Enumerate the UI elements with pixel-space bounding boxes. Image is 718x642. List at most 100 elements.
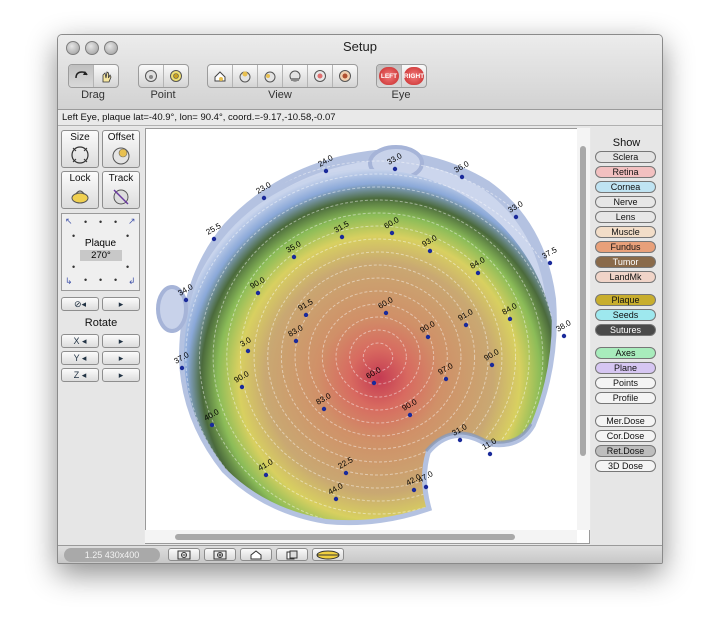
dose-point-marker[interactable] — [323, 168, 329, 174]
rotate-x-minus-button[interactable]: X ◂ — [61, 334, 99, 348]
show-toggle-plaque[interactable]: Plaque — [595, 294, 656, 306]
show-toggle-axes[interactable]: Axes — [595, 347, 656, 359]
dose-point-marker[interactable] — [561, 333, 567, 339]
view-posterior-button[interactable] — [333, 65, 357, 87]
plaque-rotation-dial[interactable]: ↖ ↗ ↳ ↲ • • • • • • • • • • Plaque 270° — [61, 213, 140, 291]
dose-point-marker[interactable] — [507, 316, 513, 322]
plaque-rotate-left-button[interactable]: ⊘◂ — [61, 297, 99, 311]
dose-point-marker[interactable] — [179, 365, 185, 371]
plaque-rotate-right-button[interactable]: ▸ — [102, 297, 140, 311]
show-toggle-ret-dose[interactable]: Ret.Dose — [595, 445, 656, 457]
dose-point-marker[interactable] — [489, 362, 495, 368]
show-toggle-landmk[interactable]: LandMk — [595, 271, 656, 283]
size-button[interactable]: Size — [61, 130, 99, 168]
dose-point-marker[interactable] — [291, 254, 297, 260]
dose-point-marker[interactable] — [411, 487, 417, 493]
dose-point-marker[interactable] — [255, 290, 261, 296]
show-toggle-retina[interactable]: Retina — [595, 166, 656, 178]
rotate-y-minus-button[interactable]: Y ◂ — [61, 351, 99, 365]
eye-top-view-icon — [239, 71, 251, 83]
rotate-z-plus-button[interactable]: ▸ — [102, 368, 140, 382]
dose-point-marker[interactable] — [475, 270, 481, 276]
dose-point-marker[interactable] — [425, 334, 431, 340]
dose-point-marker[interactable] — [263, 472, 269, 478]
rotate-ccw-arrow-icon[interactable]: ↖ — [65, 216, 73, 227]
dose-point-marker[interactable] — [371, 380, 377, 386]
show-toggle-sclera[interactable]: Sclera — [595, 151, 656, 163]
view-anterior-button[interactable] — [308, 65, 333, 87]
dose-point-marker[interactable] — [339, 234, 345, 240]
left-eye-button[interactable]: LEFT — [377, 65, 402, 87]
lock-button[interactable]: Lock — [61, 171, 99, 209]
plaque-view-button[interactable] — [312, 548, 344, 561]
rotate-down-left-arrow-icon[interactable]: ↳ — [65, 276, 73, 287]
zoom-out-button[interactable] — [168, 548, 200, 561]
dose-point-marker[interactable] — [513, 214, 519, 220]
snapshot-button[interactable] — [276, 548, 308, 561]
fundus-dose-view[interactable]: 24.0 33.0 36.0 23.0 33.0 25.5 37.5 34.0 38.0 37.0… — [145, 128, 590, 544]
show-toggle-tumor[interactable]: Tumor — [595, 256, 656, 268]
zoom-readout: 1.25 430x400 — [64, 548, 160, 562]
dose-point-marker[interactable] — [463, 322, 469, 328]
dose-point-marker[interactable] — [389, 230, 395, 236]
show-toggle-muscle[interactable]: Muscle — [595, 226, 656, 238]
dose-point-marker[interactable] — [392, 166, 398, 172]
dose-point-marker[interactable] — [333, 496, 339, 502]
show-toggle-lens[interactable]: Lens — [595, 211, 656, 223]
dose-point-marker[interactable] — [209, 422, 215, 428]
view-home-button[interactable] — [208, 65, 233, 87]
horizontal-scroll-thumb[interactable] — [175, 534, 515, 540]
view-superior-button[interactable] — [233, 65, 258, 87]
dose-point-marker[interactable] — [427, 248, 433, 254]
view-inferior-button[interactable] — [283, 65, 308, 87]
show-toggle-nerve[interactable]: Nerve — [595, 196, 656, 208]
dose-point-marker[interactable] — [303, 312, 309, 318]
dose-point-marker[interactable] — [423, 484, 429, 490]
dose-point-marker[interactable] — [343, 470, 349, 476]
zoom-in-button[interactable] — [204, 548, 236, 561]
show-toggle-sutures[interactable]: Sutures — [595, 324, 656, 336]
show-toggle-mer-dose[interactable]: Mer.Dose — [595, 415, 656, 427]
dose-point-marker[interactable] — [547, 260, 553, 266]
rotate-y-plus-button[interactable]: ▸ — [102, 351, 140, 365]
show-toggle-3d-dose[interactable]: 3D Dose — [595, 460, 656, 472]
dose-point-marker[interactable] — [261, 195, 267, 201]
view-nasal-button[interactable] — [258, 65, 283, 87]
vertical-scrollbar[interactable] — [577, 128, 590, 530]
dose-point-marker[interactable] — [383, 310, 389, 316]
show-toggle-fundus[interactable]: Fundus — [595, 241, 656, 253]
dose-point-marker[interactable] — [211, 236, 217, 242]
dose-point-marker[interactable] — [293, 338, 299, 344]
dose-point-marker[interactable] — [321, 406, 327, 412]
track-button[interactable]: Track — [102, 171, 140, 209]
home-view-button[interactable] — [240, 548, 272, 561]
drag-rotate-button[interactable] — [69, 65, 94, 87]
rotate-down-right-arrow-icon[interactable]: ↲ — [128, 276, 136, 287]
dose-point-marker[interactable] — [459, 174, 465, 180]
show-toggle-seeds[interactable]: Seeds — [595, 309, 656, 321]
show-toggle-plane[interactable]: Plane — [595, 362, 656, 374]
right-eye-button[interactable]: RIGHT — [402, 65, 426, 87]
show-toggle-profile[interactable]: Profile — [595, 392, 656, 404]
point-plaque-button[interactable] — [164, 65, 188, 87]
dose-point-marker[interactable] — [407, 412, 413, 418]
rotate-x-label: X — [73, 336, 80, 346]
point-eye-button[interactable] — [139, 65, 164, 87]
show-toggle-cor-dose[interactable]: Cor.Dose — [595, 430, 656, 442]
dose-point-marker[interactable] — [457, 437, 463, 443]
offset-button[interactable]: Offset — [102, 130, 140, 168]
dose-point-marker[interactable] — [487, 451, 493, 457]
dose-point-marker[interactable] — [245, 348, 251, 354]
vertical-scroll-thumb[interactable] — [580, 146, 586, 456]
dose-point-marker[interactable] — [443, 376, 449, 382]
retinal-dose-map[interactable]: 24.0 33.036.023.033.025.537.534.038.037.0… — [146, 129, 590, 544]
rotate-cw-arrow-icon[interactable]: ↗ — [128, 216, 136, 227]
show-toggle-points[interactable]: Points — [595, 377, 656, 389]
dose-point-marker[interactable] — [239, 384, 245, 390]
rotate-x-plus-button[interactable]: ▸ — [102, 334, 140, 348]
horizontal-scrollbar[interactable] — [145, 530, 577, 543]
rotate-z-minus-button[interactable]: Z ◂ — [61, 368, 99, 382]
show-toggle-cornea[interactable]: Cornea — [595, 181, 656, 193]
dose-point-marker[interactable] — [183, 297, 189, 303]
drag-hand-button[interactable] — [94, 65, 118, 87]
